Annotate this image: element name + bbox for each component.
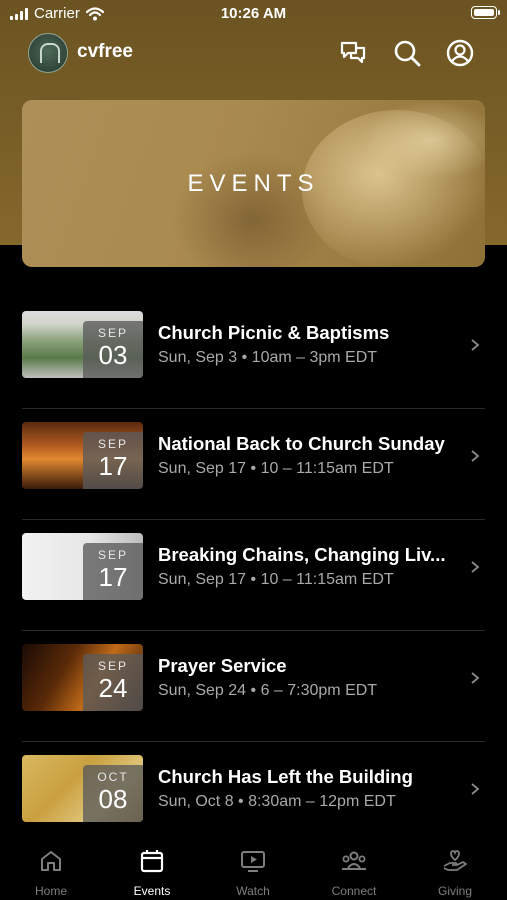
chat-icon[interactable] <box>338 38 368 68</box>
event-row[interactable]: SEP 17 National Back to Church Sunday Su… <box>0 409 507 520</box>
app-name: cvfree <box>77 41 133 62</box>
tab-home[interactable]: Home <box>6 848 96 898</box>
banner-title: EVENTS <box>187 170 320 197</box>
church-logo[interactable] <box>28 33 68 73</box>
chevron-right-icon <box>471 783 480 795</box>
event-title: Breaking Chains, Changing Liv... <box>158 544 446 565</box>
chevron-right-icon <box>471 672 480 684</box>
tab-label: Giving <box>437 884 472 898</box>
date-badge: SEP 24 <box>83 654 143 711</box>
event-time: Sun, Sep 3 • 10am – 3pm EDT <box>158 349 378 366</box>
profile-icon[interactable] <box>445 38 475 68</box>
date-badge: SEP 17 <box>83 432 143 489</box>
event-row[interactable]: SEP 24 Prayer Service Sun, Sep 24 • 6 – … <box>0 631 507 742</box>
status-time: 10:26 AM <box>220 5 287 22</box>
search-icon[interactable] <box>392 38 422 68</box>
video-icon <box>241 851 265 872</box>
event-thumbnail: OCT 08 <box>22 755 143 822</box>
chevron-right-icon <box>471 339 480 351</box>
date-badge: SEP 03 <box>83 321 143 378</box>
event-thumbnail: SEP 24 <box>22 644 143 711</box>
tab-giving[interactable]: Giving <box>410 848 500 898</box>
event-thumbnail: SEP 03 <box>22 311 143 378</box>
battery-icon <box>471 6 500 19</box>
event-time: Sun, Oct 8 • 8:30am – 12pm EDT <box>158 793 396 810</box>
event-title: National Back to Church Sunday <box>158 433 445 454</box>
calendar-icon <box>140 850 164 873</box>
event-time: Sun, Sep 17 • 10 – 11:15am EDT <box>158 571 394 588</box>
tab-label: Events <box>133 884 171 898</box>
event-title: Prayer Service <box>158 655 287 676</box>
date-badge: OCT 08 <box>83 765 143 822</box>
tab-watch[interactable]: Watch <box>208 848 298 898</box>
chevron-right-icon <box>471 561 480 573</box>
event-title: Church Picnic & Baptisms <box>158 322 390 343</box>
event-thumbnail: SEP 17 <box>22 533 143 600</box>
people-icon <box>342 851 366 870</box>
tab-connect[interactable]: Connect <box>309 848 399 898</box>
date-badge: SEP 17 <box>83 543 143 600</box>
tab-bar: Home Events Watch Connect Giving <box>0 838 507 900</box>
event-time: Sun, Sep 17 • 10 – 11:15am EDT <box>158 460 394 477</box>
event-row[interactable]: OCT 08 Church Has Left the Building Sun,… <box>0 742 507 853</box>
event-time: Sun, Sep 24 • 6 – 7:30pm EDT <box>158 682 378 699</box>
tab-events[interactable]: Events <box>107 848 197 898</box>
tab-label: Home <box>34 884 67 898</box>
events-banner: EVENTS <box>22 100 485 267</box>
event-row[interactable]: SEP 03 Church Picnic & Baptisms Sun, Sep… <box>0 298 507 409</box>
home-icon <box>41 851 61 871</box>
event-row[interactable]: SEP 17 Breaking Chains, Changing Liv... … <box>0 520 507 631</box>
event-thumbnail: SEP 17 <box>22 422 143 489</box>
event-title: Church Has Left the Building <box>158 766 413 787</box>
status-bar: Carrier 10:26 AM <box>0 0 507 28</box>
app-header: cvfree <box>0 30 507 76</box>
giving-icon <box>443 850 467 871</box>
tab-label: Watch <box>236 884 270 898</box>
event-list: SEP 03 Church Picnic & Baptisms Sun, Sep… <box>0 298 507 853</box>
chevron-right-icon <box>471 450 480 462</box>
tab-label: Connect <box>331 884 377 898</box>
